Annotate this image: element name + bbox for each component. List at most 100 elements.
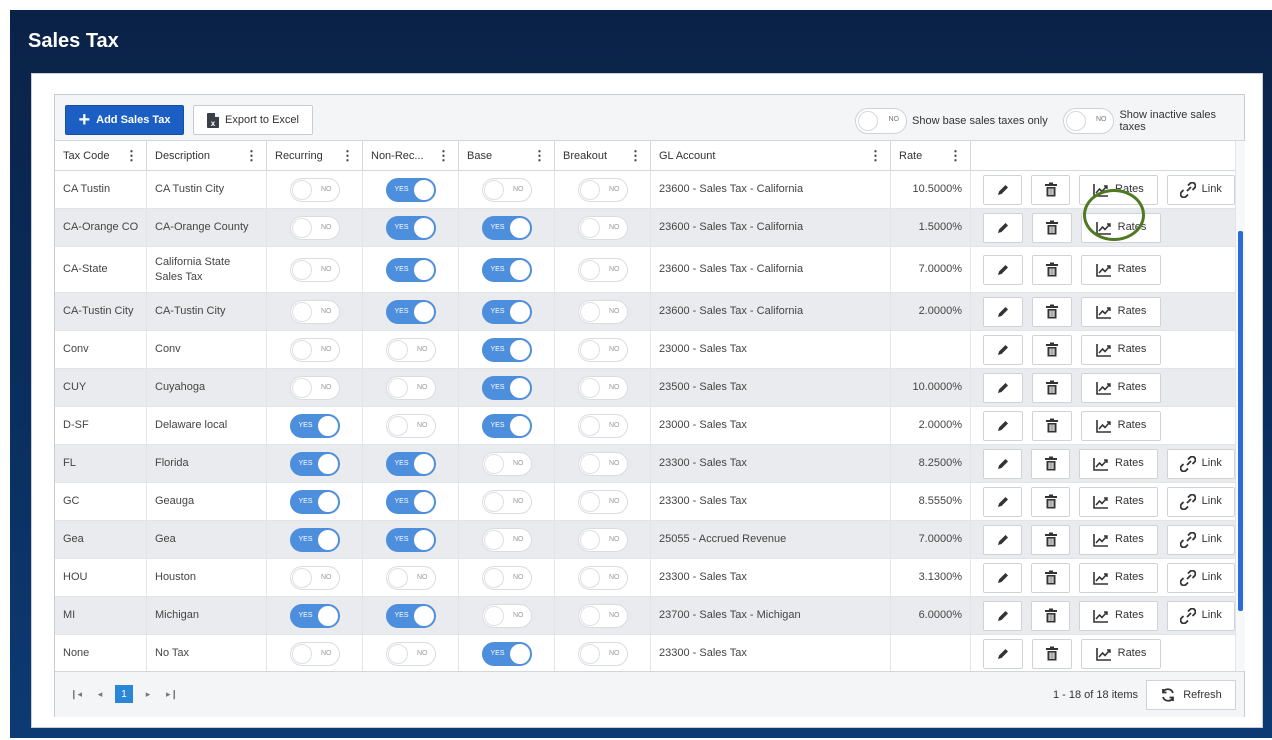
breakout-toggle[interactable]: NO <box>577 215 628 240</box>
recurring-toggle[interactable]: NO <box>289 215 340 240</box>
rates-button[interactable]: Rates <box>1081 410 1161 441</box>
table-row[interactable]: FL Florida YES YES NO NO 23300 - Sales Tax 8.25… <box>55 445 1235 483</box>
base-toggle[interactable]: YES <box>481 215 532 240</box>
base-toggle[interactable]: YES <box>481 641 532 666</box>
link-button[interactable]: Link <box>1166 448 1235 479</box>
edit-button[interactable] <box>983 174 1023 205</box>
rates-button[interactable]: Rates <box>1081 372 1161 403</box>
export-to-excel-button[interactable]: x Export to Excel <box>193 105 313 135</box>
column-header[interactable]: Tax Code ⋮ <box>55 141 147 170</box>
edit-button[interactable] <box>983 410 1023 441</box>
breakout-toggle[interactable]: NO <box>577 257 628 282</box>
base-toggle[interactable]: NO <box>481 527 532 552</box>
breakout-toggle[interactable]: NO <box>577 375 628 400</box>
delete-button[interactable] <box>1032 410 1072 441</box>
breakout-toggle[interactable]: NO <box>577 299 628 324</box>
delete-button[interactable] <box>1031 486 1071 517</box>
rates-button[interactable]: Rates <box>1081 334 1161 365</box>
column-menu-icon[interactable]: ⋮ <box>533 148 546 164</box>
non-recurring-toggle[interactable]: NO <box>385 565 436 590</box>
delete-button[interactable] <box>1031 524 1071 555</box>
column-menu-icon[interactable]: ⋮ <box>869 148 882 164</box>
base-toggle[interactable]: YES <box>481 257 532 282</box>
refresh-button[interactable]: Refresh <box>1146 680 1236 710</box>
recurring-toggle[interactable]: YES <box>289 451 340 476</box>
column-menu-icon[interactable]: ⋮ <box>437 148 450 164</box>
base-toggle[interactable]: YES <box>481 375 532 400</box>
rates-button[interactable]: Rates <box>1081 254 1161 285</box>
link-button[interactable]: Link <box>1166 524 1235 555</box>
recurring-toggle[interactable]: NO <box>289 177 340 202</box>
table-row[interactable]: None No Tax NO NO YES NO 23300 - Sales Tax Rate… <box>55 635 1235 671</box>
non-recurring-toggle[interactable]: YES <box>385 527 436 552</box>
non-recurring-toggle[interactable]: NO <box>385 375 436 400</box>
prev-page-button[interactable]: ◂ <box>91 685 109 703</box>
edit-button[interactable] <box>983 638 1023 669</box>
table-row[interactable]: CA Tustin CA Tustin City NO YES NO NO 23600 - … <box>55 171 1235 209</box>
last-page-button[interactable]: ▸❙ <box>163 685 181 703</box>
link-button[interactable]: Link <box>1166 486 1235 517</box>
column-header[interactable]: Rate ⋮ <box>891 141 971 170</box>
breakout-toggle[interactable]: NO <box>577 527 628 552</box>
base-only-toggle[interactable]: NO <box>855 108 907 134</box>
delete-button[interactable] <box>1032 212 1072 243</box>
non-recurring-toggle[interactable]: YES <box>385 603 436 628</box>
table-row[interactable]: D-SF Delaware local YES NO YES NO 23000 - Sale… <box>55 407 1235 445</box>
edit-button[interactable] <box>983 372 1023 403</box>
next-page-button[interactable]: ▸ <box>139 685 157 703</box>
recurring-toggle[interactable]: NO <box>289 299 340 324</box>
table-row[interactable]: CUY Cuyahoga NO NO YES NO 23500 - Sales Tax 10.… <box>55 369 1235 407</box>
breakout-toggle[interactable]: NO <box>577 641 628 666</box>
non-recurring-toggle[interactable]: NO <box>385 337 436 362</box>
add-sales-tax-button[interactable]: + Add Sales Tax <box>65 105 184 135</box>
base-toggle[interactable]: NO <box>481 177 532 202</box>
column-menu-icon[interactable]: ⋮ <box>629 148 642 164</box>
link-button[interactable]: Link <box>1166 562 1235 593</box>
column-menu-icon[interactable]: ⋮ <box>245 148 258 164</box>
rates-button[interactable]: Rates <box>1079 524 1158 555</box>
edit-button[interactable] <box>983 524 1023 555</box>
breakout-toggle[interactable]: NO <box>577 603 628 628</box>
base-toggle[interactable]: YES <box>481 413 532 438</box>
non-recurring-toggle[interactable]: YES <box>385 177 436 202</box>
rates-button[interactable]: Rates <box>1079 562 1158 593</box>
table-row[interactable]: MI Michigan YES YES NO NO 23700 - Sales Tax - … <box>55 597 1235 635</box>
delete-button[interactable] <box>1032 254 1072 285</box>
breakout-toggle[interactable]: NO <box>577 489 628 514</box>
base-toggle[interactable]: NO <box>481 565 532 590</box>
non-recurring-toggle[interactable]: YES <box>385 257 436 282</box>
delete-button[interactable] <box>1032 372 1072 403</box>
delete-button[interactable] <box>1031 174 1071 205</box>
vertical-scrollbar[interactable] <box>1235 141 1245 671</box>
recurring-toggle[interactable]: YES <box>289 603 340 628</box>
recurring-toggle[interactable]: NO <box>289 641 340 666</box>
breakout-toggle[interactable]: NO <box>577 337 628 362</box>
column-header[interactable]: GL Account ⋮ <box>651 141 891 170</box>
column-header[interactable]: Recurring ⋮ <box>267 141 363 170</box>
table-row[interactable]: HOU Houston NO NO NO NO 23300 - Sales Tax 3.130… <box>55 559 1235 597</box>
breakout-toggle[interactable]: NO <box>577 451 628 476</box>
link-button[interactable]: Link <box>1166 600 1235 631</box>
base-toggle[interactable]: NO <box>481 451 532 476</box>
delete-button[interactable] <box>1032 638 1072 669</box>
recurring-toggle[interactable]: YES <box>289 527 340 552</box>
link-button[interactable]: Link <box>1166 174 1235 205</box>
non-recurring-toggle[interactable]: YES <box>385 215 436 240</box>
delete-button[interactable] <box>1032 296 1072 327</box>
recurring-toggle[interactable]: YES <box>289 489 340 514</box>
recurring-toggle[interactable]: NO <box>289 337 340 362</box>
non-recurring-toggle[interactable]: NO <box>385 413 436 438</box>
inactive-toggle[interactable]: NO <box>1063 108 1115 134</box>
column-menu-icon[interactable]: ⋮ <box>949 148 962 164</box>
edit-button[interactable] <box>983 296 1023 327</box>
table-row[interactable]: CA-Tustin City CA-Tustin City NO YES YES NO 23… <box>55 293 1235 331</box>
table-row[interactable]: GC Geauga YES YES NO NO 23300 - Sales Tax 8.555… <box>55 483 1235 521</box>
first-page-button[interactable]: ❙◂ <box>67 685 85 703</box>
column-menu-icon[interactable]: ⋮ <box>125 148 138 164</box>
base-toggle[interactable]: NO <box>481 603 532 628</box>
edit-button[interactable] <box>983 254 1023 285</box>
rates-button[interactable]: Rates <box>1081 296 1161 327</box>
non-recurring-toggle[interactable]: NO <box>385 641 436 666</box>
table-row[interactable]: Gea Gea YES YES NO NO 25055 - Accrued Revenue 7… <box>55 521 1235 559</box>
non-recurring-toggle[interactable]: YES <box>385 489 436 514</box>
